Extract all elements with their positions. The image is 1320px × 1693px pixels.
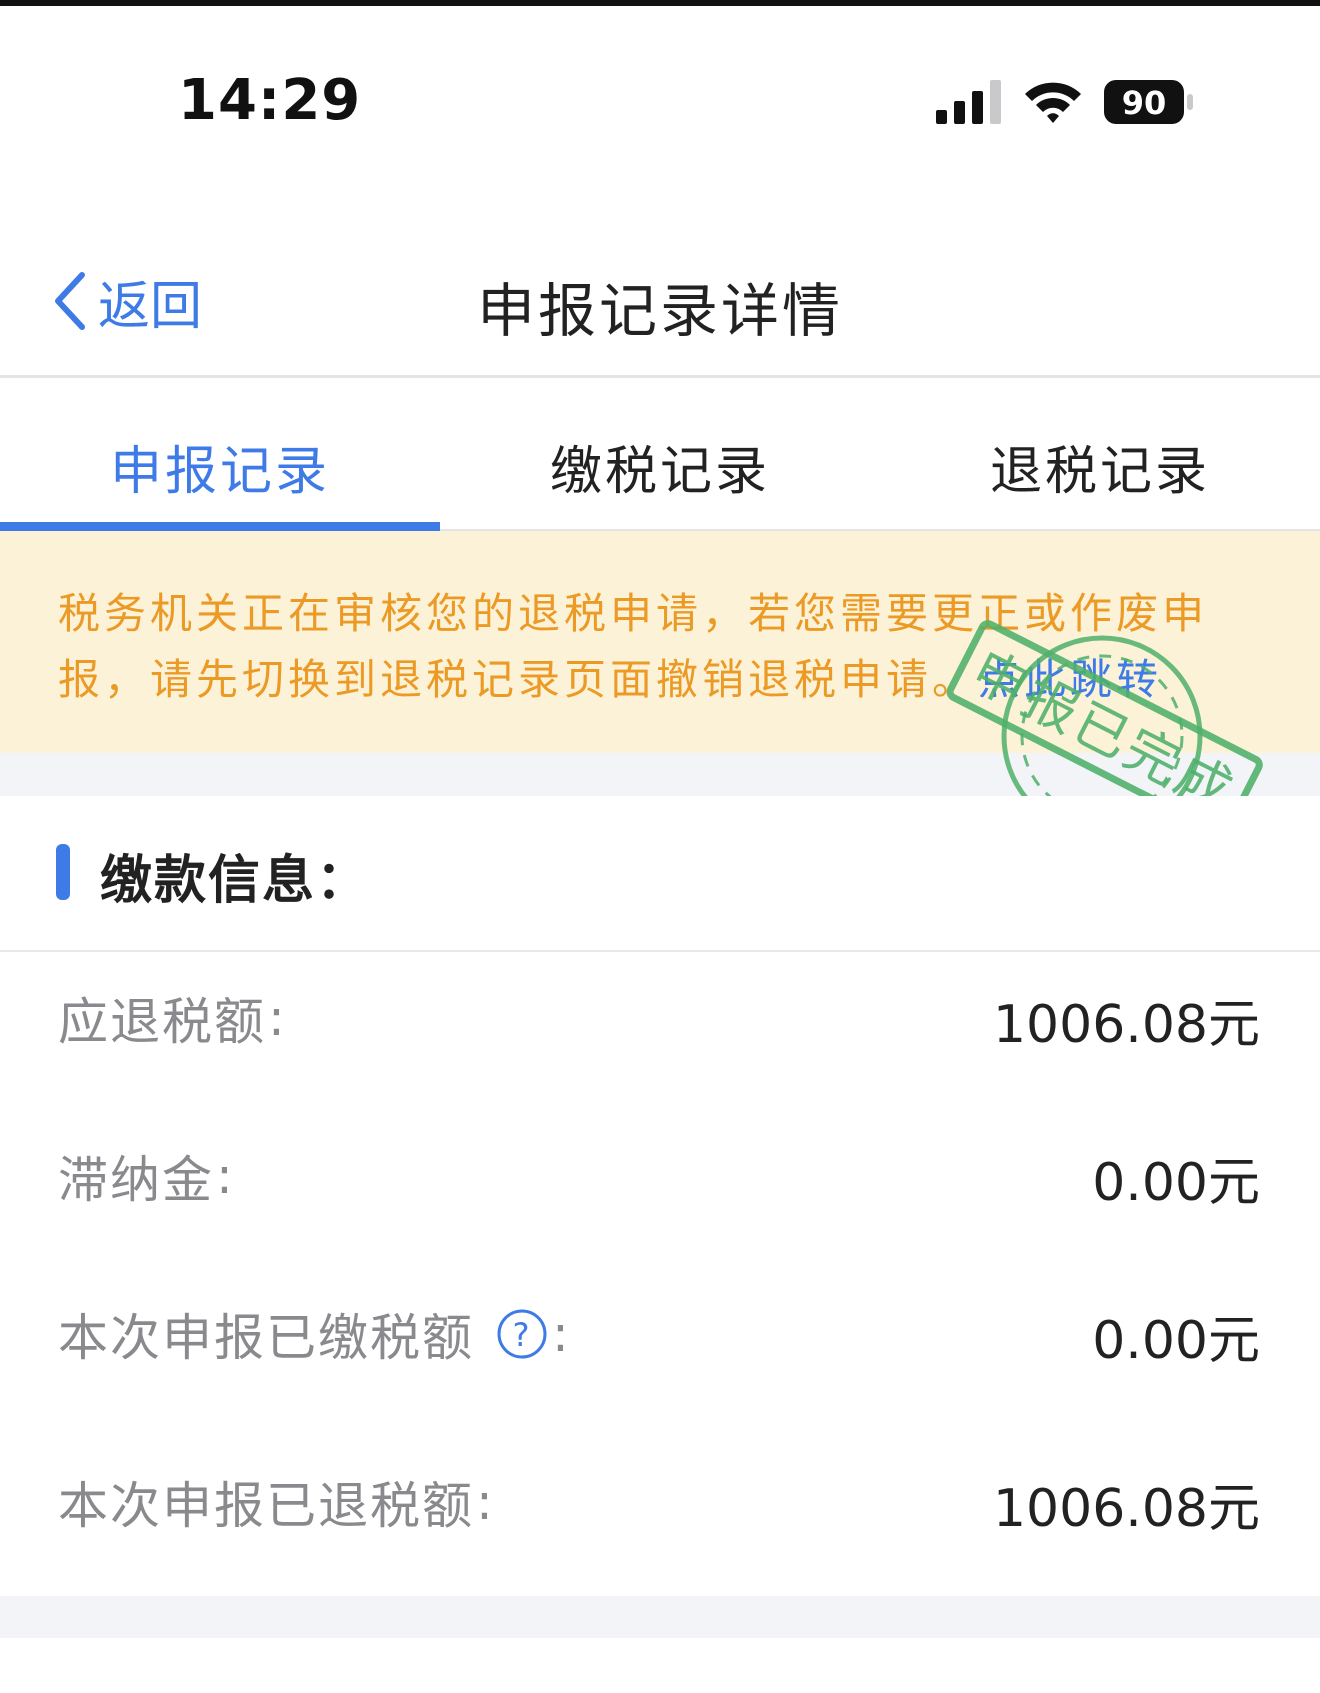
- row-value: 1006.08元: [992, 1479, 1260, 1539]
- cellular-signal-icon: [936, 80, 1001, 124]
- tab-declaration-records[interactable]: 申报记录: [0, 381, 440, 531]
- status-time: 14:29: [178, 68, 362, 133]
- paid-tax-row: 本次申报已缴税额 ? : 0.00元: [0, 1268, 1320, 1388]
- row-label: 本次申报已退税额:: [58, 1473, 495, 1535]
- battery-icon: 90: [1104, 80, 1193, 124]
- help-icon[interactable]: ?: [496, 1308, 548, 1360]
- status-bar: 14:29 90: [0, 6, 1320, 196]
- row-value: 0.00元: [1092, 1153, 1260, 1213]
- refundable-tax-row: 应退税额: 1006.08元: [0, 952, 1320, 1072]
- record-tabs: 申报记录 缴税记录 退税记录: [0, 381, 1320, 531]
- payment-info-header: 缴款信息：: [0, 796, 1320, 952]
- jump-link[interactable]: 点此跳转: [978, 655, 1162, 704]
- tab-tax-refund-records[interactable]: 退税记录: [880, 381, 1320, 529]
- late-fee-row: 滞纳金: 0.00元: [0, 1110, 1320, 1230]
- battery-level: 90: [1122, 84, 1167, 122]
- tab-tax-payment-records[interactable]: 缴税记录: [440, 381, 880, 529]
- bottom-gap: [0, 1596, 1320, 1638]
- page-title: 申报记录详情: [476, 277, 843, 345]
- section-gap: [0, 753, 1320, 796]
- refunded-tax-row: 本次申报已退税额: 1006.08元: [0, 1436, 1320, 1556]
- payment-info-list: 应退税额: 1006.08元 滞纳金: 0.00元 本次申报已缴税额 ? : 0…: [0, 952, 1320, 1596]
- row-label: 应退税额:: [58, 989, 287, 1051]
- row-value: 1006.08元: [992, 995, 1260, 1055]
- refund-review-notice: 税务机关正在审核您的退税申请，若您需要更正或作废申报，请先切换到退税记录页面撤销…: [0, 531, 1320, 753]
- row-label: 本次申报已缴税额 ? :: [58, 1305, 571, 1367]
- row-value: 0.00元: [1092, 1311, 1260, 1371]
- svg-text:?: ?: [513, 1316, 532, 1354]
- navigation-bar: 返回 申报记录详情: [0, 196, 1320, 378]
- section-title: 缴款信息：: [100, 851, 371, 911]
- wifi-icon: [1025, 82, 1081, 123]
- section-accent-bar: [56, 844, 70, 900]
- notice-text: 税务机关正在审核您的退税申请，若您需要更正或作废申报，请先切换到退税记录页面撤销…: [58, 581, 1262, 713]
- row-label: 滞纳金:: [58, 1147, 235, 1209]
